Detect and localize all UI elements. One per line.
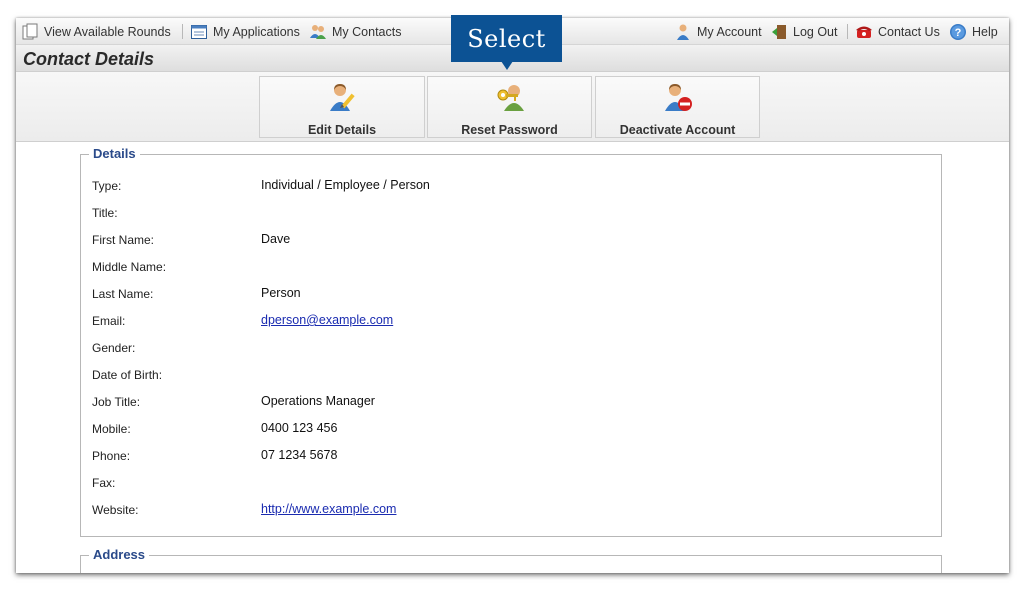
callout-pointer	[501, 61, 513, 70]
field-label: Fax:	[92, 476, 116, 490]
field-label: Title:	[92, 206, 118, 220]
nav-help[interactable]: ? Help	[949, 22, 998, 42]
field-value: Person	[261, 286, 301, 300]
address-section: Address	[80, 547, 942, 573]
exit-door-icon	[770, 23, 788, 41]
nav-my-account[interactable]: My Account	[674, 22, 762, 42]
field-label: Last Name:	[92, 287, 154, 301]
edit-details-button[interactable]: Edit Details	[259, 76, 425, 138]
reset-password-label: Reset Password	[461, 123, 558, 137]
field-value: Operations Manager	[261, 394, 375, 408]
help-icon: ?	[949, 23, 967, 41]
page-title: Contact Details	[23, 49, 155, 69]
field-value: 07 1234 5678	[261, 448, 338, 462]
svg-text:?: ?	[955, 27, 962, 39]
field-value-link[interactable]: http://www.example.com	[261, 502, 396, 516]
nav-my-contacts[interactable]: My Contacts	[309, 22, 401, 42]
field-label: Gender:	[92, 341, 136, 355]
edit-details-label: Edit Details	[307, 123, 377, 137]
nav-log-out-label: Log Out	[793, 25, 838, 39]
nav-contact-us-label: Contact Us	[878, 25, 940, 39]
reset-password-button[interactable]: Reset Password	[427, 76, 592, 138]
nav-my-contacts-label: My Contacts	[332, 25, 402, 39]
nav-divider	[182, 24, 183, 39]
documents-icon	[21, 23, 39, 41]
nav-my-account-label: My Account	[697, 25, 762, 39]
field-label: Date of Birth:	[92, 368, 163, 382]
application-window: View Available Rounds My Applications My…	[16, 18, 1009, 573]
application-form-icon	[190, 23, 208, 41]
field-label: First Name:	[92, 233, 155, 247]
details-legend: Details	[89, 146, 140, 161]
field-label: Phone:	[92, 449, 131, 463]
nav-my-applications-label: My Applications	[213, 25, 300, 39]
field-label: Job Title:	[92, 395, 141, 409]
field-value: Dave	[261, 232, 291, 246]
field-label: Middle Name:	[92, 260, 167, 274]
nav-contact-us[interactable]: Contact Us	[855, 22, 940, 42]
select-callout: Select	[451, 15, 562, 62]
nav-divider	[847, 24, 848, 39]
nav-log-out[interactable]: Log Out	[770, 22, 837, 42]
key-user-icon	[494, 81, 526, 113]
telephone-icon	[855, 23, 873, 41]
nav-help-label: Help	[972, 25, 998, 39]
action-toolbar: Edit Details Reset Password Deactivate A…	[16, 72, 1009, 142]
nav-view-available-rounds-label: View Available Rounds	[44, 25, 171, 39]
deactivate-account-label: Deactivate Account	[619, 123, 736, 137]
field-value-link[interactable]: dperson@example.com	[261, 313, 393, 327]
contacts-icon	[309, 23, 327, 41]
user-remove-icon	[662, 81, 694, 113]
field-label: Mobile:	[92, 422, 131, 436]
field-value: Individual / Employee / Person	[261, 178, 430, 192]
nav-view-available-rounds[interactable]: View Available Rounds	[21, 22, 171, 42]
user-edit-icon	[326, 81, 358, 113]
user-account-icon	[674, 23, 692, 41]
field-label: Email:	[92, 314, 126, 328]
address-legend: Address	[89, 547, 150, 562]
field-value: 0400 123 456	[261, 421, 338, 435]
field-label: Type:	[92, 179, 122, 193]
details-section: Details Type: Individual / Employee / Per…	[80, 146, 942, 537]
nav-my-applications[interactable]: My Applications	[190, 22, 300, 42]
deactivate-account-button[interactable]: Deactivate Account	[595, 76, 760, 138]
field-label: Website:	[92, 503, 139, 517]
